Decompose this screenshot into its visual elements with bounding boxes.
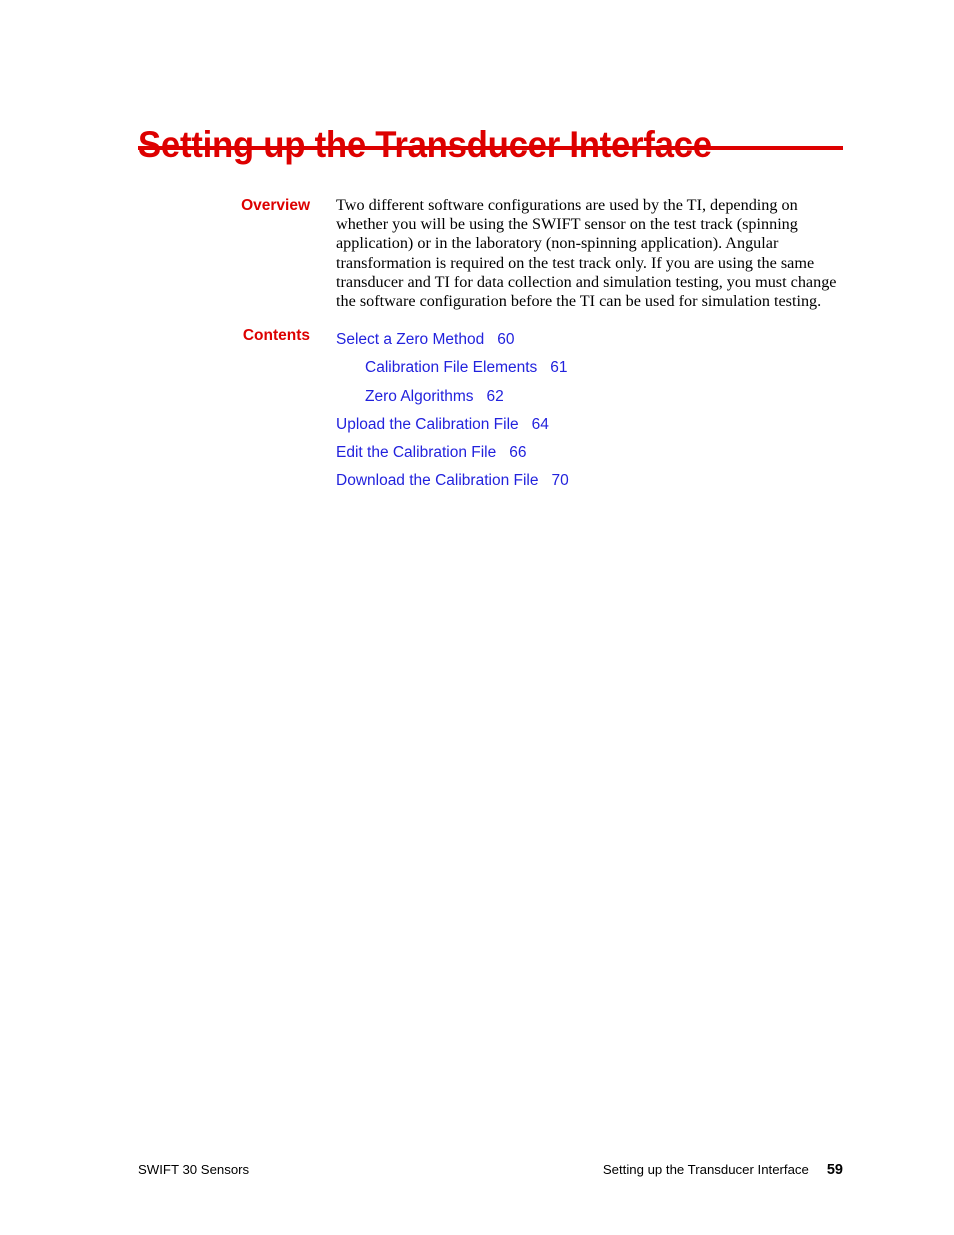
overview-body: Two different software configurations ar… [336,196,840,311]
toc-entry[interactable]: Edit the Calibration File 66 [336,439,840,467]
overview-label: Overview [241,197,310,214]
contents-label: Contents [242,327,310,344]
footer-right-group: Setting up the Transducer Interface 59 [603,1160,843,1180]
toc-entry[interactable]: Select a Zero Method 60 [336,326,840,354]
toc-entry[interactable]: Zero Algorithms 62 [336,383,840,411]
toc-entry-title[interactable]: Select a Zero Method [336,331,484,348]
page-title: Setting up the Transducer Interface [138,123,712,165]
toc-entry[interactable]: Download the Calibration File 70 [336,467,840,495]
toc-entry-title[interactable]: Edit the Calibration File [336,444,496,461]
toc-entry-title[interactable]: Download the Calibration File [336,472,538,489]
toc-entry[interactable]: Calibration File Elements 61 [336,354,840,382]
footer-page-number: 59 [826,1162,843,1178]
toc-entry-page[interactable]: 61 [550,359,567,376]
toc-entry-page[interactable]: 60 [497,331,514,348]
toc-entry-page[interactable]: 64 [532,416,549,433]
toc-entry-title[interactable]: Zero Algorithms [365,388,474,405]
title-divider [138,146,843,150]
toc-entry-title[interactable]: Calibration File Elements [365,359,537,376]
toc-entry[interactable]: Upload the Calibration File 64 [336,411,840,439]
toc-entry-page[interactable]: 70 [551,472,568,489]
overview-paragraph: Two different software configurations ar… [336,196,837,311]
page-footer: SWIFT 30 Sensors Setting up the Transduc… [138,1160,843,1180]
table-of-contents: Select a Zero Method 60 Calibration File E… [336,326,840,496]
toc-entry-title[interactable]: Upload the Calibration File [336,416,519,433]
footer-product-name: SWIFT 30 Sensors [138,1162,250,1177]
document-page: Setting up the Transducer Interface Over… [0,0,954,1235]
contents-body: Select a Zero Method 60 Calibration File E… [336,326,840,496]
footer-chapter-name: Setting up the Transducer Interface [602,1162,809,1177]
toc-entry-page[interactable]: 62 [487,388,504,405]
toc-entry-page[interactable]: 66 [509,444,526,461]
